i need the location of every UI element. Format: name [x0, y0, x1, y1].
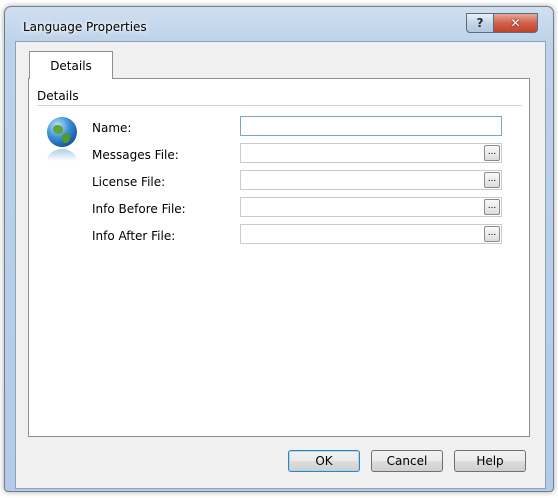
ok-button[interactable]: OK	[288, 450, 360, 472]
tab-details-label: Details	[50, 58, 92, 73]
info-before-file-input[interactable]	[241, 198, 481, 216]
help-button[interactable]: Help	[454, 450, 526, 472]
details-tab-panel: Details Name: Messages File: ... License…	[28, 78, 530, 437]
globe-reflection	[47, 149, 77, 161]
name-input[interactable]	[241, 117, 501, 135]
dialog-window: Language Properties ? ✕ Details Details …	[4, 6, 554, 492]
help-title-button[interactable]: ?	[466, 13, 494, 33]
info-before-file-label: Info Before File:	[92, 202, 186, 216]
dialog-client-area: Details Details Name: Messages File: ...…	[15, 41, 546, 489]
license-file-label: License File:	[92, 175, 166, 189]
info-after-file-browse-button[interactable]: ...	[484, 226, 500, 242]
close-icon: ✕	[510, 16, 521, 30]
question-mark-icon: ?	[476, 16, 484, 30]
info-after-file-field[interactable]: ...	[240, 224, 502, 244]
info-before-file-browse-button[interactable]: ...	[484, 199, 500, 215]
tab-details[interactable]: Details	[29, 51, 113, 79]
group-divider	[37, 105, 522, 106]
group-label: Details	[37, 89, 79, 103]
info-after-file-label: Info After File:	[92, 229, 176, 243]
messages-file-label: Messages File:	[92, 148, 179, 162]
messages-file-input[interactable]	[241, 144, 481, 162]
name-field[interactable]	[240, 116, 502, 136]
license-file-browse-button[interactable]: ...	[484, 172, 500, 188]
name-label: Name:	[92, 121, 132, 135]
cancel-button[interactable]: Cancel	[371, 450, 443, 472]
messages-file-browse-button[interactable]: ...	[484, 145, 500, 161]
info-before-file-field[interactable]: ...	[240, 197, 502, 217]
messages-file-field[interactable]: ...	[240, 143, 502, 163]
info-after-file-input[interactable]	[241, 225, 481, 243]
globe-icon	[47, 117, 77, 147]
license-file-field[interactable]: ...	[240, 170, 502, 190]
window-title: Language Properties	[23, 20, 147, 34]
license-file-input[interactable]	[241, 171, 481, 189]
close-title-button[interactable]: ✕	[493, 13, 538, 33]
